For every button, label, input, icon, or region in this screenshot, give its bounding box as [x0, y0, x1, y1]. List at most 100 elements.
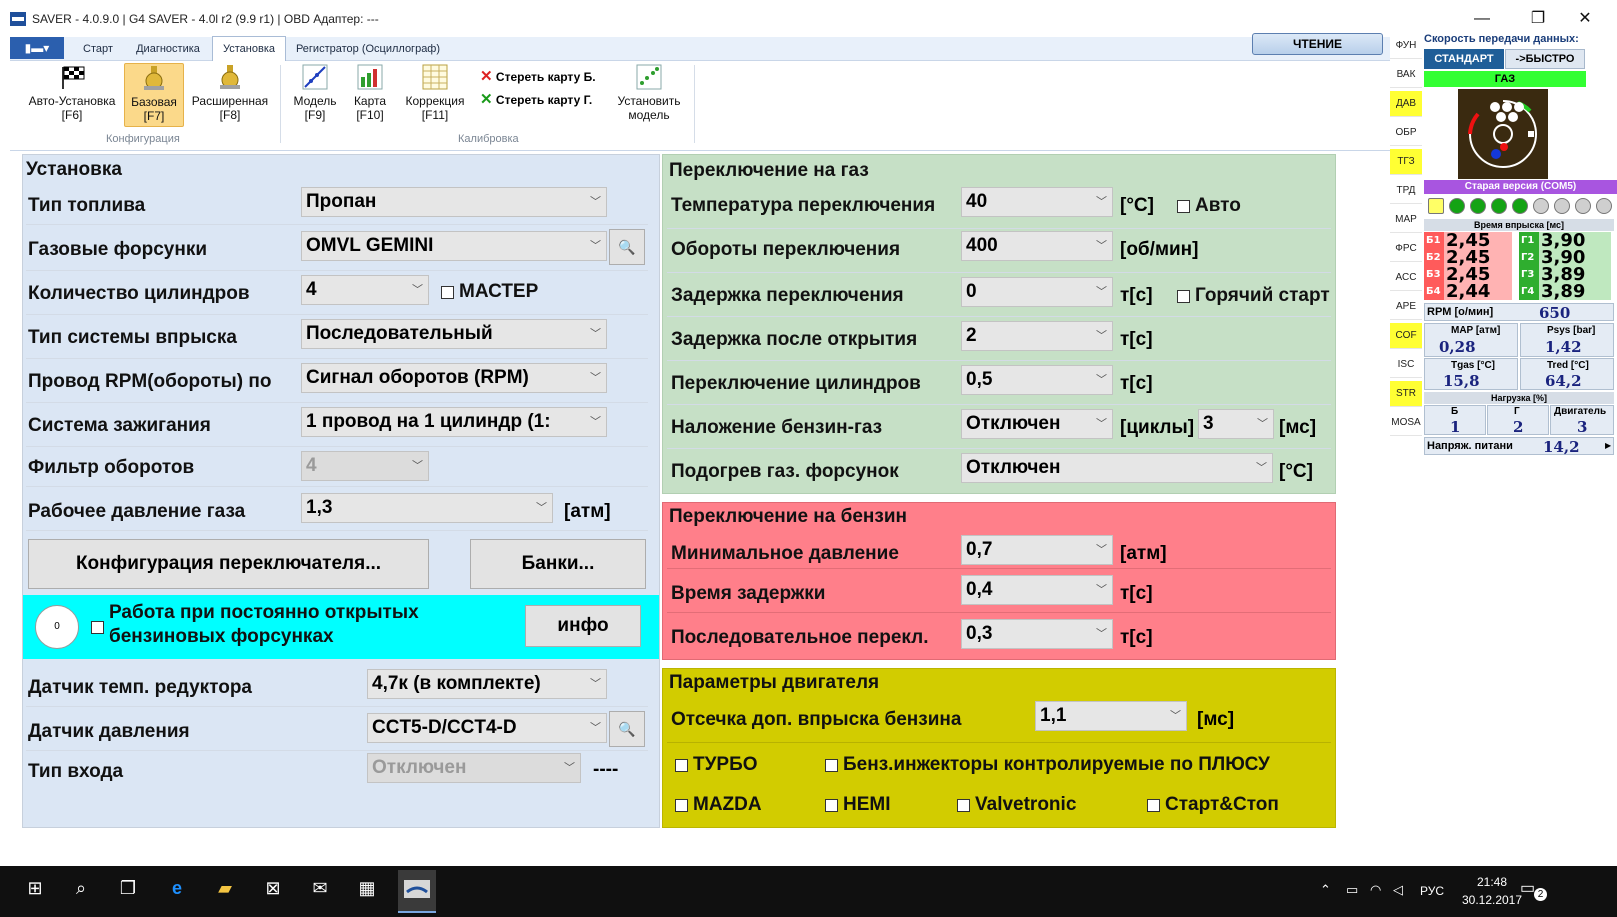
open-injectors-checkbox[interactable] [91, 621, 104, 634]
side-tab-11[interactable]: ISC [1390, 352, 1422, 378]
delay-open-select[interactable]: 2 ﹀ [961, 321, 1113, 351]
clock-time[interactable]: 21:48 [1462, 875, 1522, 889]
edge-browser-icon[interactable]: e [162, 878, 192, 899]
windows-start-icon[interactable]: ⊞ [20, 878, 50, 899]
cutoff-select[interactable]: 1,1 ﹀ [1035, 701, 1187, 731]
file-menu-button[interactable]: ▮▬▾ [10, 37, 64, 59]
task-view-icon[interactable]: ❐ [113, 878, 143, 899]
tab-diagnostics[interactable]: Диагностика [124, 37, 212, 61]
master-checkbox[interactable] [441, 286, 454, 299]
start-stop-checkbox[interactable] [1147, 799, 1160, 812]
search-injectors-button[interactable]: 🔍 [609, 229, 645, 265]
side-tab-9[interactable]: АРЕ [1390, 294, 1422, 320]
map-button[interactable]: Карта [F10] [346, 63, 394, 127]
fuel-type-select[interactable]: Пропан ﹀ [301, 187, 607, 217]
injection-type-select[interactable]: Последовательный ﹀ [301, 319, 607, 349]
plus-inj-checkbox[interactable] [825, 759, 838, 772]
keyboard-language[interactable]: РУС [1420, 884, 1444, 898]
side-tab-10[interactable]: COF [1390, 323, 1422, 349]
switch-temp-select[interactable]: 40 ﹀ [961, 187, 1113, 217]
set-model-button[interactable]: Установить модель [610, 63, 688, 127]
red-x-icon: ✕ [480, 68, 493, 85]
config-group-label: Конфигурация [106, 133, 180, 145]
switch-delay-select[interactable]: 0 ﹀ [961, 277, 1113, 307]
side-tab-1[interactable]: ВАК [1390, 62, 1422, 88]
chevron-up-icon[interactable]: ⌃ [1320, 882, 1331, 898]
erase-map-b-label: Стереть карту Б. [495, 70, 596, 84]
side-tab-12[interactable]: STR [1390, 381, 1422, 407]
expand-arrow-icon[interactable]: ▶ [1605, 441, 1611, 450]
calculator-icon[interactable]: ▦ [352, 878, 382, 899]
valvetronic-checkbox[interactable] [957, 799, 970, 812]
minimize-button[interactable]: — [1462, 6, 1502, 32]
mazda-checkbox[interactable] [675, 799, 688, 812]
pressure-sensor-select[interactable]: CCT5-D/CCT4-D ﹀ [367, 713, 607, 743]
inj-g: Г1 [1519, 232, 1539, 249]
volume-icon[interactable]: ◁ [1393, 882, 1403, 898]
erase-map-g-button[interactable]: ✕ Стереть карту Г. [480, 90, 592, 108]
network-icon[interactable]: ◠ [1370, 882, 1381, 898]
seq-switch-select[interactable]: 0,3 ﹀ [961, 619, 1113, 649]
rpm-wire-select[interactable]: Сигнал оборотов (RPM) ﹀ [301, 363, 607, 393]
file-explorer-icon[interactable]: ▰ [210, 878, 240, 899]
psys-value: 1,42 [1545, 338, 1582, 356]
side-tab-0[interactable]: ФУН [1390, 33, 1422, 59]
side-tab-8[interactable]: АСС [1390, 265, 1422, 291]
saver-app-icon[interactable] [398, 870, 436, 913]
extended-setup-button[interactable]: Расширенная [F8] [186, 63, 274, 127]
close-button[interactable]: ✕ [1565, 6, 1605, 32]
side-tab-4[interactable]: ТГЗ [1390, 149, 1422, 175]
overlap-ms-select[interactable]: 3 ﹀ [1198, 409, 1274, 439]
notifications-icon[interactable]: ▭ 2 [1520, 878, 1550, 904]
tab-recorder[interactable]: Регистратор (Осциллограф) [286, 37, 450, 61]
correction-button[interactable]: Коррекция [F11] [398, 63, 472, 127]
mail-icon[interactable]: ✉ [305, 878, 335, 899]
tab-start[interactable]: Старт [72, 37, 124, 61]
model-button[interactable]: Модель [F9] [286, 63, 344, 127]
gas-injectors-select[interactable]: OMVL GEMINI ﹀ [301, 231, 607, 261]
reducer-temp-select[interactable]: 4,7к (в комплекте) ﹀ [367, 669, 607, 699]
input-type-select: Отключен ﹀ [367, 753, 581, 783]
auto-setup-label: Авто-Установка [F6] [28, 94, 116, 122]
overlap-select[interactable]: Отключен ﹀ [961, 409, 1113, 439]
auto-setup-button[interactable]: Авто-Установка [F6] [16, 63, 128, 127]
side-tab-6[interactable]: МАР [1390, 207, 1422, 233]
min-pressure-value: 0,7 [966, 539, 993, 560]
search-icon[interactable]: ⌕ [66, 878, 96, 899]
fast-speed-button[interactable]: ->БЫСТРО [1505, 49, 1585, 69]
tred-value: 64,2 [1545, 372, 1582, 390]
min-pressure-select[interactable]: 0,7 ﹀ [961, 535, 1113, 565]
basic-setup-button[interactable]: Базовая [F7] [124, 63, 184, 127]
standard-speed-button[interactable]: СТАНДАРТ [1424, 49, 1504, 69]
switch-rpm-select[interactable]: 400 ﹀ [961, 231, 1113, 261]
store-icon[interactable]: ⊠ [258, 878, 288, 899]
info-button[interactable]: инфо [525, 605, 641, 647]
erase-map-b-button[interactable]: ✕ Стереть карту Б. [480, 67, 596, 85]
cyl-switch-select[interactable]: 0,5 ﹀ [961, 365, 1113, 395]
heating-select[interactable]: Отключен ﹀ [961, 453, 1273, 483]
rpm-filter-label: Фильтр оборотов [28, 457, 195, 478]
search-sensor-button[interactable]: 🔍 [609, 711, 645, 747]
ignition-select[interactable]: 1 провод на 1 цилиндр (1: ﹀ [301, 407, 607, 437]
side-tab-2[interactable]: ДАВ [1390, 91, 1422, 117]
tab-setup[interactable]: Установка [212, 36, 286, 62]
read-button[interactable]: ЧТЕНИЕ [1252, 33, 1383, 55]
hemi-checkbox[interactable] [825, 799, 838, 812]
config-switch-button[interactable]: Конфигурация переключателя... [28, 539, 429, 589]
side-tab-7[interactable]: ФРС [1390, 236, 1422, 262]
side-tab-13[interactable]: MOSA [1390, 410, 1422, 436]
turbo-checkbox[interactable] [675, 759, 688, 772]
green-x-icon: ✕ [480, 91, 493, 108]
side-tab-3[interactable]: ОБР [1390, 120, 1422, 146]
hot-start-checkbox[interactable] [1177, 290, 1190, 303]
battery-icon[interactable]: ▭ [1346, 882, 1358, 898]
delay-time-select[interactable]: 0,4 ﹀ [961, 575, 1113, 605]
side-tab-5[interactable]: ТРД [1390, 178, 1422, 204]
gas-pressure-select[interactable]: 1,3 ﹀ [301, 493, 553, 523]
load-g-box: Г 2 [1487, 405, 1549, 436]
banks-button[interactable]: Банки... [470, 539, 646, 589]
tgas-box: Tgas [°C] 15,8 [1424, 358, 1518, 390]
cylinders-select[interactable]: 4 ﹀ [301, 275, 429, 305]
auto-checkbox[interactable] [1177, 200, 1190, 213]
maximize-button[interactable]: ❐ [1518, 6, 1558, 32]
